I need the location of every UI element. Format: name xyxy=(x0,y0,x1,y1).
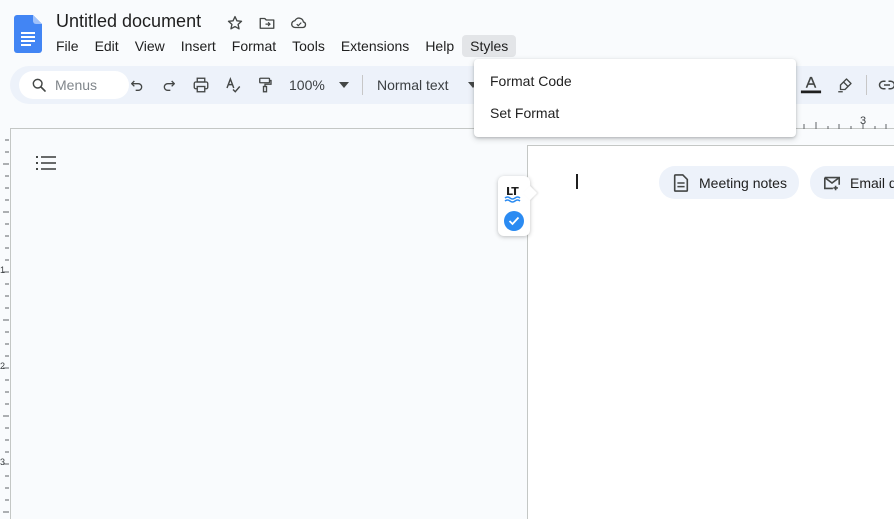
spellcheck-icon[interactable] xyxy=(221,73,245,97)
email-icon xyxy=(822,173,842,193)
cloud-saved-icon[interactable] xyxy=(289,13,309,33)
menu-item-format-code[interactable]: Format Code xyxy=(474,65,796,97)
meeting-notes-chip[interactable]: Meeting notes xyxy=(659,166,799,199)
menu-format[interactable]: Format xyxy=(224,35,284,57)
document-title[interactable]: Untitled document xyxy=(56,11,201,32)
menu-edit[interactable]: Edit xyxy=(87,35,127,57)
check-icon[interactable] xyxy=(504,211,524,231)
redo-icon[interactable] xyxy=(157,73,181,97)
styles-dropdown-menu: Format Code Set Format xyxy=(474,59,796,137)
menu-help[interactable]: Help xyxy=(417,35,462,57)
menu-search[interactable] xyxy=(19,71,129,99)
toolbar-divider xyxy=(866,75,867,95)
email-draft-chip[interactable]: Email d xyxy=(810,166,894,199)
ruler-label: 2 xyxy=(0,361,5,371)
menu-file[interactable]: File xyxy=(48,35,87,57)
menu-extensions[interactable]: Extensions xyxy=(333,35,417,57)
menu-item-set-format[interactable]: Set Format xyxy=(474,97,796,129)
star-icon[interactable] xyxy=(225,13,245,33)
chip-label: Meeting notes xyxy=(699,174,787,191)
move-to-folder-icon[interactable] xyxy=(257,13,277,33)
text-color-icon[interactable] xyxy=(799,73,823,97)
horizontal-ruler[interactable]: 3 xyxy=(796,112,894,130)
google-docs-icon[interactable] xyxy=(14,15,42,53)
zoom-value[interactable]: 100% xyxy=(289,77,325,93)
svg-text:LT: LT xyxy=(506,185,519,198)
search-menus-input[interactable] xyxy=(55,77,125,93)
google-docs-window: Untitled document File Edit View Insert … xyxy=(0,0,894,519)
paint-format-icon[interactable] xyxy=(253,73,277,97)
document-page[interactable] xyxy=(527,145,894,519)
zoom-chevron-down-icon[interactable] xyxy=(336,73,352,97)
print-icon[interactable] xyxy=(189,73,213,97)
search-icon xyxy=(32,78,46,92)
menu-view[interactable]: View xyxy=(127,35,173,57)
ruler-label: 1 xyxy=(0,265,5,275)
vertical-ruler[interactable]: 1 2 3 xyxy=(0,128,12,519)
undo-icon[interactable] xyxy=(125,73,149,97)
languagetool-widget[interactable]: LT xyxy=(498,176,530,236)
chip-label: Email d xyxy=(850,174,894,191)
menu-styles[interactable]: Styles xyxy=(462,35,517,57)
text-cursor xyxy=(576,174,578,189)
document-icon xyxy=(671,173,691,193)
languagetool-icon[interactable]: LT xyxy=(503,183,525,203)
menu-tools[interactable]: Tools xyxy=(284,35,333,57)
paragraph-style-value[interactable]: Normal text xyxy=(377,77,449,93)
menubar: File Edit View Insert Format Tools Exten… xyxy=(48,34,517,58)
menu-insert[interactable]: Insert xyxy=(173,35,224,57)
link-icon[interactable] xyxy=(875,73,894,97)
ruler-label: 3 xyxy=(0,457,5,467)
highlight-icon[interactable] xyxy=(833,73,857,97)
toolbar-divider xyxy=(362,75,363,95)
ruler-label: 3 xyxy=(860,115,866,127)
outline-icon[interactable] xyxy=(34,151,58,175)
